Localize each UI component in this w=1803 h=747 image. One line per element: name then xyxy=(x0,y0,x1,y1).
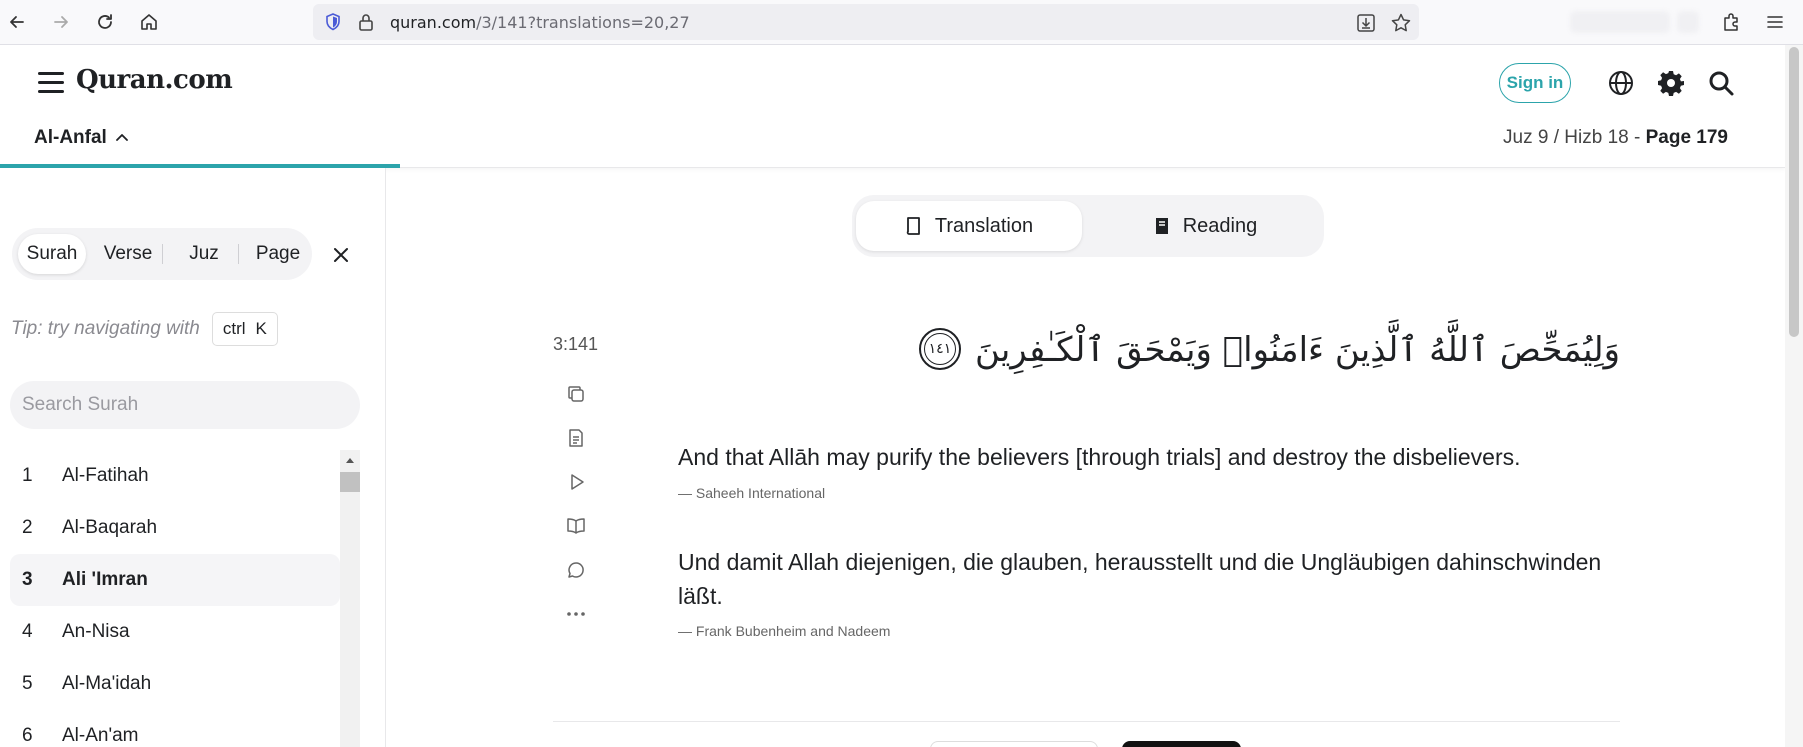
list-item[interactable]: 4 An-Nisa xyxy=(10,606,340,658)
ayah-number-marker: ١٤١ xyxy=(918,328,961,370)
list-item[interactable]: 1 Al-Fatihah xyxy=(10,450,340,502)
translator-name[interactable]: — Saheeh International xyxy=(678,485,825,501)
hamburger-menu-icon[interactable] xyxy=(38,72,64,94)
navigation-tabs: Surah Verse Juz Page xyxy=(12,228,312,280)
extensions-button[interactable] xyxy=(1719,9,1745,35)
comment-button[interactable] xyxy=(560,548,592,592)
download-icon[interactable] xyxy=(1355,12,1377,34)
page-scrollbar[interactable] xyxy=(1785,45,1803,747)
translator-name[interactable]: — Frank Bubenheim and Nadeem xyxy=(678,623,890,639)
tab-verse[interactable]: Verse xyxy=(96,234,160,274)
bookmark-star-icon[interactable] xyxy=(1390,12,1412,34)
open-book-icon xyxy=(567,518,585,534)
menu-icon xyxy=(1767,16,1783,28)
chat-bubble-icon xyxy=(568,562,584,578)
browser-toolbar: quran.com/3/141?translations=20,27 xyxy=(0,0,1803,45)
reading-mode-toggle: Translation Reading xyxy=(852,195,1324,257)
search-icon xyxy=(1709,71,1734,96)
tafsir-button[interactable] xyxy=(560,416,592,460)
current-surah-name: Al-Anfal xyxy=(34,127,107,148)
copy-icon xyxy=(568,386,584,402)
shield-icon[interactable] xyxy=(323,12,343,32)
play-icon xyxy=(571,474,584,490)
address-bar[interactable]: quran.com/3/141?translations=20,27 xyxy=(313,4,1419,40)
tab-separator xyxy=(238,244,239,264)
tab-separator xyxy=(162,244,163,264)
current-surah-selector[interactable]: Al-Anfal xyxy=(34,127,129,149)
surah-list: 1 Al-Fatihah 2 Al-Baqarah 3 Ali 'Imran 4 An-… xyxy=(0,450,340,747)
previous-button[interactable] xyxy=(930,741,1098,747)
tab-juz[interactable]: Juz xyxy=(172,234,236,274)
tab-surah[interactable]: Surah xyxy=(18,234,86,274)
reload-button[interactable] xyxy=(90,7,120,37)
play-button[interactable] xyxy=(560,460,592,504)
book-filled-icon xyxy=(1155,218,1168,234)
list-item-active[interactable]: 3 Ali 'Imran xyxy=(10,554,340,606)
reflection-button[interactable] xyxy=(560,504,592,548)
chevron-up-icon xyxy=(115,134,128,141)
gear-icon xyxy=(1658,71,1684,96)
lock-icon[interactable] xyxy=(357,12,375,32)
scroll-up-arrow-icon[interactable] xyxy=(340,450,360,470)
book-icon xyxy=(906,217,920,235)
verse-divider xyxy=(553,721,1620,722)
reload-icon xyxy=(98,14,112,29)
account-blur xyxy=(1570,11,1670,33)
tab-page[interactable]: Page xyxy=(248,234,308,274)
list-item[interactable]: 5 Al-Ma'idah xyxy=(10,658,340,710)
puzzle-icon xyxy=(1724,13,1738,31)
copy-button[interactable] xyxy=(560,372,592,416)
page-info: Juz 9 / Hizb 18 - Page 179 xyxy=(1503,127,1728,148)
scrollbar-thumb[interactable] xyxy=(340,472,360,492)
verse-actions xyxy=(560,372,592,636)
document-icon xyxy=(569,429,583,447)
translation-text: Und damit Allah diejenigen, die glauben,… xyxy=(678,549,1602,609)
language-button[interactable] xyxy=(1605,67,1637,99)
navigation-tip: Tip: try navigating with ctrl K xyxy=(11,312,278,346)
home-button[interactable] xyxy=(134,7,164,37)
keyboard-shortcut: ctrl K xyxy=(211,312,278,346)
reading-mode-button[interactable]: Reading xyxy=(1092,201,1318,251)
app-menu-button[interactable] xyxy=(1762,9,1788,35)
page-scrollbar-thumb[interactable] xyxy=(1789,47,1799,337)
search-surah-input[interactable] xyxy=(10,381,360,429)
arabic-verse-text[interactable]: وَلِيُمَحِّصَ ٱللَّهُ ٱلَّذِينَ ءَامَنُو… xyxy=(918,328,1620,370)
home-icon xyxy=(141,14,157,30)
next-button[interactable] xyxy=(1122,741,1241,747)
verse-key[interactable]: 3:141 xyxy=(553,334,598,355)
arrow-left-icon xyxy=(10,16,24,28)
forward-button[interactable] xyxy=(46,7,76,37)
list-item[interactable]: 6 Al-An'am xyxy=(10,710,340,747)
url-text: quran.com/3/141?translations=20,27 xyxy=(390,13,690,32)
list-item[interactable]: 2 Al-Baqarah xyxy=(10,502,340,554)
translation-mode-button[interactable]: Translation xyxy=(856,201,1082,251)
more-options-button[interactable] xyxy=(560,592,592,636)
translation-text: And that Allāh may purify the believers … xyxy=(678,444,1521,470)
back-button[interactable] xyxy=(2,7,32,37)
site-logo[interactable]: Quran.com xyxy=(76,65,233,95)
account-blur-small xyxy=(1677,11,1699,33)
surah-navigation-sidebar: Surah Verse Juz Page Tip: try navigating… xyxy=(0,168,386,747)
surah-list-scrollbar[interactable] xyxy=(340,450,360,747)
arrow-right-icon xyxy=(54,16,68,28)
sign-in-button[interactable]: Sign in xyxy=(1499,63,1571,103)
more-dots-icon xyxy=(567,612,585,616)
site-header: Quran.com Sign in Al-Anfal Juz 9 / Hizb … xyxy=(0,45,1785,168)
settings-button[interactable] xyxy=(1655,67,1687,99)
globe-icon xyxy=(1609,71,1633,95)
search-button[interactable] xyxy=(1705,67,1737,99)
close-icon[interactable] xyxy=(330,244,352,266)
